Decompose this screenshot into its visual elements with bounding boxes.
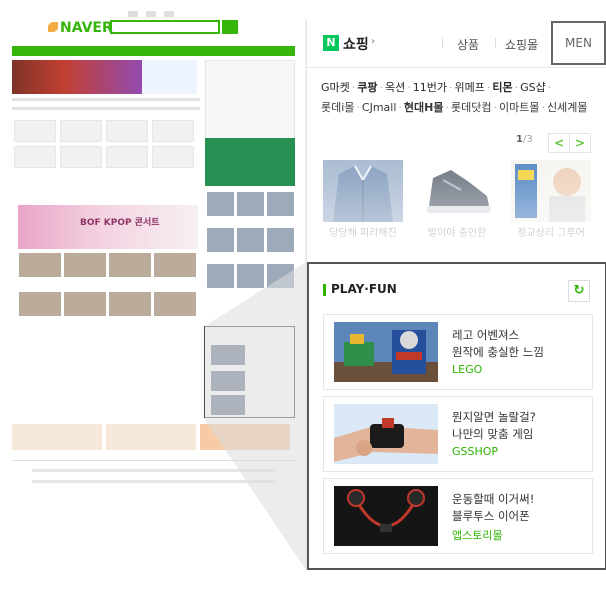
thumbnail-green-ad — [205, 138, 295, 186]
product-pager: 1/3 — [516, 134, 533, 145]
thumbnail-banner — [12, 60, 142, 94]
playfun-card-text: 레고 어벤져스 원작에 충실한 느낌 — [452, 328, 544, 359]
thumbnail-search-input — [110, 20, 220, 34]
mall-link[interactable]: 쿠팡 — [357, 81, 377, 94]
mall-separator: · — [351, 81, 356, 94]
sneaker-image — [417, 160, 497, 222]
next-button[interactable]: > — [569, 133, 591, 153]
playfun-card-text: 운동할때 이거써! 블루투스 이어폰 — [452, 492, 535, 523]
tab-product[interactable]: 상품 — [457, 36, 479, 53]
men-tab-button[interactable]: MEN — [551, 21, 606, 65]
tab-shopping-mall[interactable]: 쇼핑몰 — [505, 36, 538, 53]
thumbnail-logo-row: NAVER — [48, 18, 298, 38]
product-item[interactable]: 정교상리 그루어 — [511, 160, 591, 240]
thumbnail-playfun-item — [211, 371, 245, 391]
pager-total: /3 — [522, 134, 533, 145]
product-caption: 정교상리 그루어 — [517, 228, 585, 239]
shopping-zoom-panel: N 쇼핑 › 상품 쇼핑몰 MEN G마켓 · 쿠팡 · 옥션 · 11번가 · 위메프 · 티몬 ·… — [306, 20, 606, 570]
section-accent-bar — [323, 284, 326, 296]
thumbnail-footer — [12, 460, 295, 500]
naver-logo-text: NAVER — [60, 20, 113, 36]
mall-link[interactable]: 롯데i몰 — [321, 101, 354, 114]
playfun-card-source[interactable]: GSSHOP — [452, 445, 498, 458]
denim-jacket-image — [323, 160, 403, 222]
leaf-icon — [48, 22, 58, 32]
product-item[interactable]: 당당해 피리해진 — [323, 160, 403, 240]
earphone-image — [334, 486, 438, 546]
playfun-card-source[interactable]: LEGO — [452, 363, 482, 376]
naver-logo: NAVER — [48, 20, 113, 36]
chevron-right-icon: › — [371, 36, 375, 47]
mall-link[interactable]: 옥션 — [385, 81, 405, 94]
mall-links-list: G마켓 · 쿠팡 · 옥션 · 11번가 · 위메프 · 티몬 · GS샵 · 롯데i몰 · CJmall · 현대… — [321, 78, 591, 118]
thumbnail-search-button — [222, 20, 238, 34]
product-carousel: 당당해 피리해진 발이야 충인한 정교상리 그루어 — [323, 160, 593, 240]
playfun-card[interactable]: 운동할때 이거써! 블루투스 이어폰 앱스토리몰 — [323, 478, 593, 554]
thumbnail-playfun-item — [211, 345, 245, 365]
mall-separator: · — [541, 101, 545, 114]
kpop-banner-text: BOF KPOP 콘서트 — [80, 218, 160, 228]
mall-separator: · — [379, 81, 384, 94]
shopping-title-link[interactable]: 쇼핑 — [343, 34, 369, 54]
playfun-card-source[interactable]: 앱스토리몰 — [452, 527, 503, 543]
playfun-card[interactable]: 레고 어벤져스 원작에 충실한 느낌 LEGO — [323, 314, 593, 390]
playfun-title: PLAY·FUN — [331, 282, 397, 296]
mall-separator: · — [514, 81, 519, 94]
playfun-card-text: 뭔지알면 놀랄걸? 나만의 맞춤 게임 — [452, 410, 536, 441]
mall-link[interactable]: 신세계몰 — [547, 101, 587, 114]
refresh-icon: ↻ — [573, 283, 585, 298]
prev-button[interactable]: < — [548, 133, 570, 153]
refresh-button[interactable]: ↻ — [568, 280, 590, 302]
thumbnail-news-grid — [12, 118, 200, 178]
pager-current: 1 — [516, 134, 523, 145]
mall-separator: · — [398, 101, 402, 114]
product-item[interactable]: 발이야 충인한 — [417, 160, 497, 240]
thumbnail-kpop-banner: BOF KPOP 콘서트 — [18, 205, 198, 249]
mall-link[interactable]: G마켓 — [321, 81, 350, 94]
mall-separator: · — [493, 101, 497, 114]
shaver-image — [511, 160, 591, 222]
mall-link[interactable]: 현대H몰 — [404, 101, 444, 114]
mall-link[interactable]: 롯데닷컴 — [451, 101, 491, 114]
chevron-left-icon: < — [553, 136, 565, 150]
thumbnail-nav-bar — [12, 46, 295, 56]
mall-separator: · — [486, 81, 491, 94]
mall-link[interactable]: GS샵 — [520, 81, 546, 94]
mall-separator: · — [449, 81, 453, 94]
tab-divider — [442, 38, 443, 48]
thumbnail-media-grid — [18, 252, 200, 332]
mall-link[interactable]: 티몬 — [492, 81, 512, 94]
shopping-header: N 쇼핑 › 상품 쇼핑몰 MEN — [307, 20, 606, 68]
mall-link[interactable]: 이마트몰 — [499, 101, 539, 114]
mall-link[interactable]: CJmall — [362, 101, 397, 114]
chevron-right-icon: > — [574, 136, 586, 150]
thumbnail-playfun-box — [204, 326, 295, 418]
mall-separator: · — [547, 81, 552, 94]
mall-separator: · — [407, 81, 411, 94]
mall-separator: · — [445, 101, 450, 114]
playfun-card[interactable]: 뭔지알면 놀랄걸? 나만의 맞춤 게임 GSSHOP — [323, 396, 593, 472]
product-caption: 당당해 피리해진 — [329, 228, 397, 239]
product-caption: 발이야 충인한 — [427, 228, 487, 239]
lego-game-image — [334, 322, 438, 382]
wristband-image — [334, 404, 438, 464]
thumbnail-shopping-grid — [205, 190, 295, 320]
naver-n-icon[interactable]: N — [323, 35, 339, 51]
mall-link[interactable]: 위메프 — [455, 81, 485, 94]
tab-divider — [495, 38, 496, 48]
mall-link[interactable]: 11번가 — [413, 81, 447, 94]
thumbnail-top-icons — [128, 2, 188, 17]
thumbnail-google-play-banner — [142, 60, 197, 94]
mall-separator: · — [356, 101, 360, 114]
playfun-section: PLAY·FUN ↻ 레고 어벤져스 원작에 충실한 느낌 LEGO 뭔지알면 … — [307, 262, 606, 570]
thumbnail-playfun-item — [211, 395, 245, 415]
page-thumbnail: NAVER BOF KPOP 콘서트 — [0, 0, 300, 540]
thumbnail-bottom-ads — [12, 424, 295, 452]
